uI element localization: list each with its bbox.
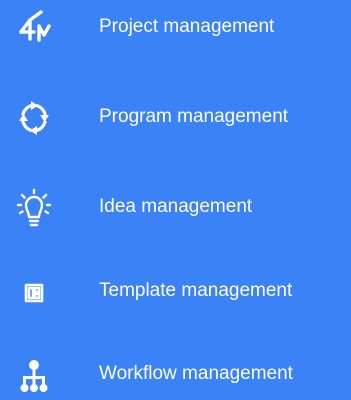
hierarchy-icon xyxy=(14,355,54,395)
menu-item-idea-management[interactable]: Idea management xyxy=(0,183,351,233)
menu-item-label: Project management xyxy=(99,16,275,37)
menu-item-label: Program management xyxy=(99,106,289,127)
menu-item-program-management[interactable]: Program management xyxy=(0,93,351,143)
menu-item-workflow-management[interactable]: Workflow management xyxy=(0,350,351,400)
project-icon xyxy=(14,8,54,48)
menu-item-template-management[interactable]: Template management xyxy=(0,267,351,317)
feature-menu: Project management Program management Id… xyxy=(0,0,351,398)
menu-item-project-management[interactable]: Project management xyxy=(0,3,351,53)
menu-item-label: Workflow management xyxy=(99,363,293,384)
cycle-arrows-icon xyxy=(14,98,54,138)
menu-item-label: Idea management xyxy=(99,196,253,217)
lightbulb-icon xyxy=(14,188,54,228)
template-icon xyxy=(14,272,54,312)
menu-item-label: Template management xyxy=(99,280,293,301)
